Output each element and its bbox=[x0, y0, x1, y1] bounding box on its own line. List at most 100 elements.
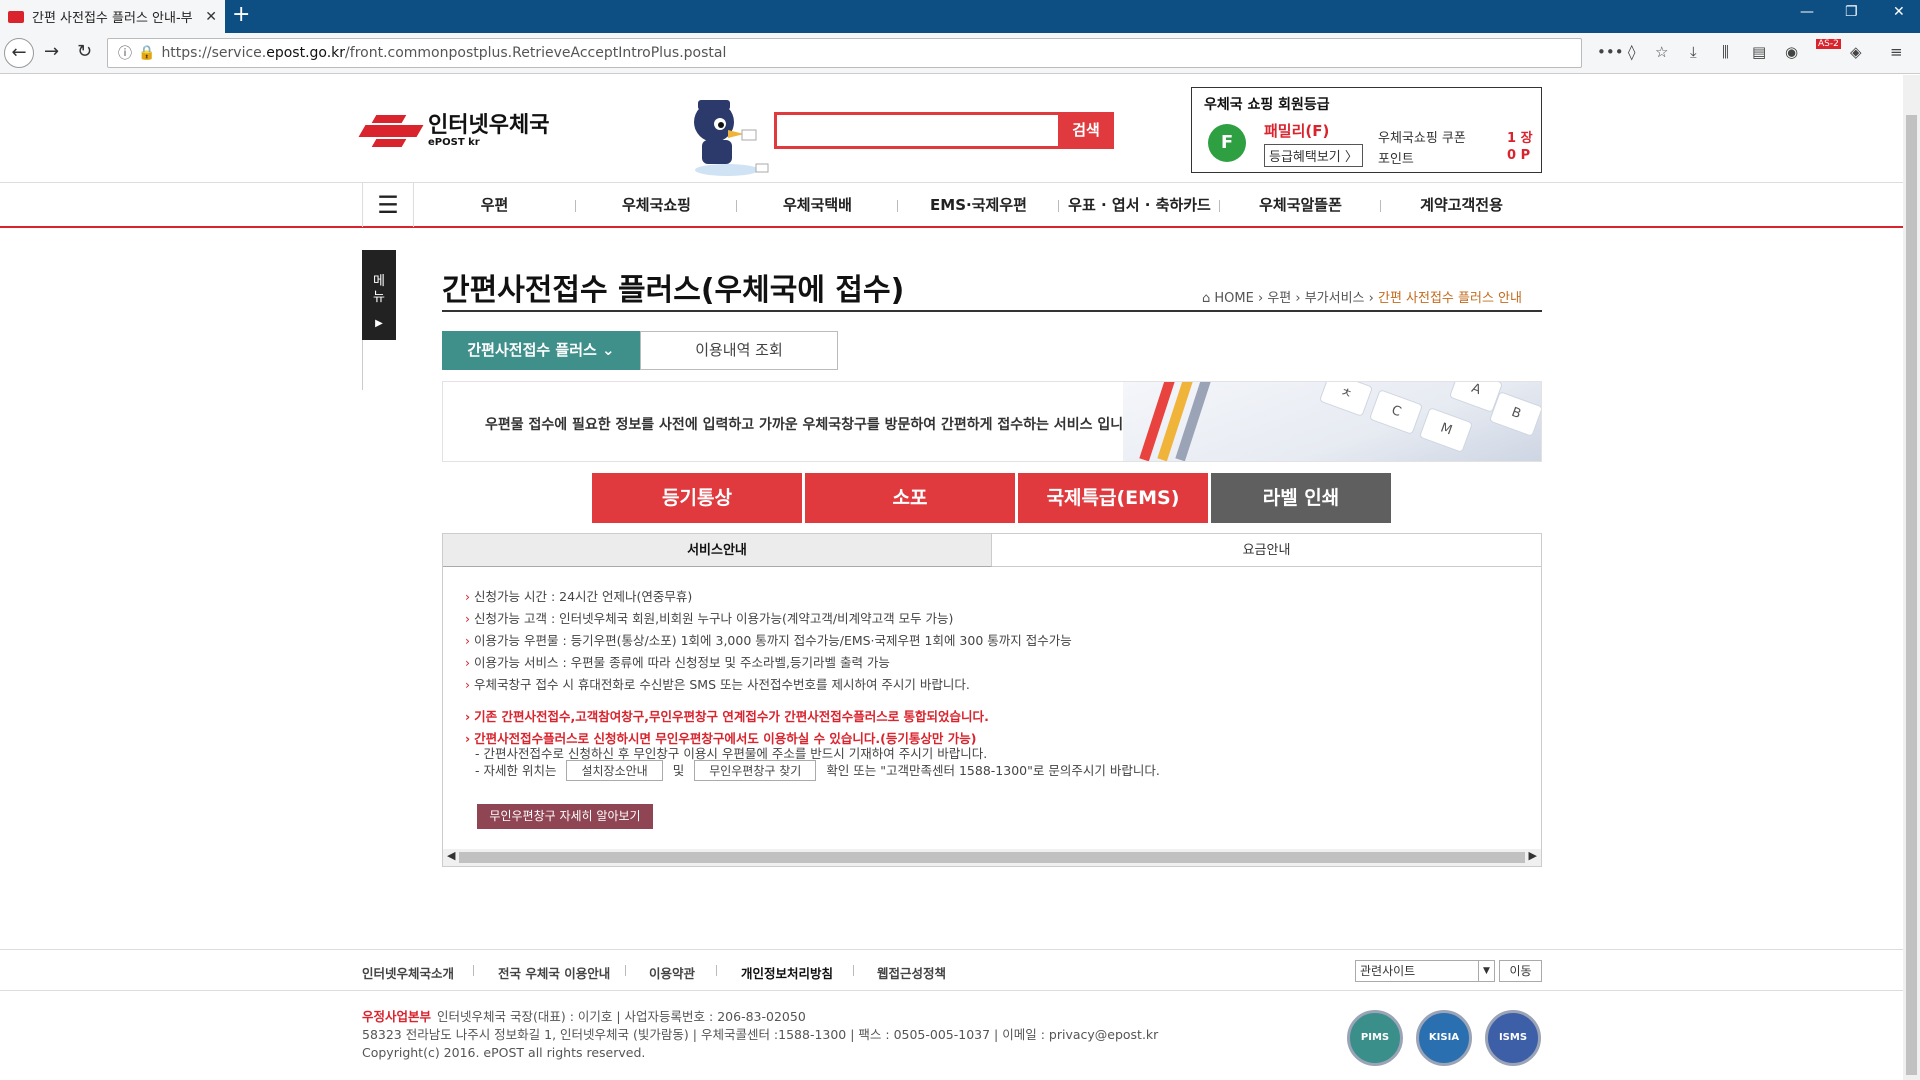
epost-favicon-icon bbox=[8, 10, 24, 23]
restore-icon[interactable]: ❐ bbox=[1845, 4, 1858, 20]
intro-banner: 우편물 접수에 필요한 정보를 사전에 입력하고 가까운 우체국창구를 방문하여… bbox=[442, 381, 1542, 462]
minimize-icon[interactable]: — bbox=[1800, 4, 1814, 20]
footer-line-1: 인터넷우체국 국장(대표) : 이기호 | 사업자등록번호 : 206-83-0… bbox=[437, 1009, 806, 1024]
grade-benefit-button[interactable]: 등급혜택보기 〉 bbox=[1264, 144, 1363, 167]
home-icon: ⌂ bbox=[1202, 291, 1211, 306]
info-list: › 신청가능 시간 : 24시간 언제나(연중무휴) › 신청가능 고객 : 인터넷… bbox=[465, 586, 1072, 750]
org-name: 우정사업본부 bbox=[362, 1009, 432, 1024]
hamburger-menu-icon[interactable]: ☰ bbox=[362, 183, 414, 227]
ems-button[interactable]: 국제특급(EMS) bbox=[1018, 473, 1208, 523]
gnb-item-parcel[interactable]: 우체국택배 bbox=[737, 183, 898, 227]
kisia-cert-icon[interactable]: KISIA bbox=[1416, 1010, 1472, 1066]
list-item: › 이용가능 서비스 : 우편물 종류에 따라 신청정보 및 주소라벨,등기라벨 … bbox=[465, 655, 890, 670]
extension-icon[interactable]: ◉ bbox=[1785, 43, 1798, 61]
breadcrumb-post[interactable]: 우편 bbox=[1267, 291, 1291, 306]
site-logo[interactable]: 인터넷우체국 ePOST kr bbox=[358, 112, 550, 149]
scroll-right-icon[interactable]: ▶ bbox=[1529, 849, 1537, 862]
back-icon[interactable]: ← bbox=[4, 38, 34, 68]
service-info-panel: 서비스안내 요금안내 › 신청가능 시간 : 24시간 언제나(연중무휴) › 신청… bbox=[442, 533, 1542, 867]
sidebar-icon[interactable]: ▤ bbox=[1752, 43, 1766, 61]
page-scrollbar[interactable] bbox=[1903, 75, 1920, 1080]
main-navigation: ☰ 우편 우체국쇼핑 우체국택배 EMS·국제우편 우표 · 엽서 · 축하카드… bbox=[0, 182, 1903, 228]
browser-tabbar: 간편 사전접수 플러스 안내-부 ✕ + — ❐ ✕ bbox=[0, 0, 1920, 33]
footer-link-privacy[interactable]: 개인정보처리방침 bbox=[741, 963, 833, 982]
coupon-value[interactable]: 1 장 bbox=[1507, 127, 1533, 146]
isms-cert-icon[interactable]: ISMS bbox=[1485, 1010, 1541, 1066]
logo-name: 인터넷우체국 bbox=[428, 112, 550, 138]
horizontal-scrollbar[interactable]: ◀ ▶ bbox=[443, 849, 1541, 866]
gnb-item-stamps[interactable]: 우표 · 엽서 · 축하카드 bbox=[1059, 183, 1220, 227]
logo-sub: ePOST kr bbox=[428, 136, 480, 148]
related-sites-select[interactable]: 관련사이트 ▼ bbox=[1355, 960, 1495, 982]
install-location-button[interactable]: 설치장소안내 bbox=[566, 760, 663, 781]
breadcrumb-addon[interactable]: 부가서비스 bbox=[1305, 291, 1365, 306]
breadcrumb-current: 간편 사전접수 플러스 안내 bbox=[1378, 291, 1522, 306]
tab-fee-info[interactable]: 요금안내 bbox=[992, 534, 1541, 567]
scroll-left-icon[interactable]: ◀ bbox=[447, 849, 455, 862]
coupon-label: 우체국쇼핑 쿠폰 bbox=[1378, 131, 1466, 146]
close-window-icon[interactable]: ✕ bbox=[1893, 4, 1905, 20]
member-title: 우체국 쇼핑 회원등급 bbox=[1204, 97, 1330, 113]
browser-tab[interactable]: 간편 사전접수 플러스 안내-부 ✕ bbox=[0, 0, 225, 33]
footer-link-accessibility[interactable]: 웹접근성정책 bbox=[877, 963, 946, 982]
extension-badge[interactable]: AS-2 bbox=[1816, 39, 1841, 49]
chevron-down-icon: ⌄ bbox=[602, 341, 615, 359]
breadcrumb-home[interactable]: HOME bbox=[1214, 291, 1253, 306]
find-kiosk-button[interactable]: 무인우편창구 찾기 bbox=[694, 760, 817, 781]
list-item: › 우체국창구 접수 시 휴대전화로 수신받은 SMS 또는 사전접수번호를 제시… bbox=[465, 677, 970, 692]
list-item: › 이용가능 우편물 : 등기우편(통상/소포) 1회에 3,000 통까지 접수… bbox=[465, 633, 1072, 648]
footer-line-2: 58323 전라남도 나주시 정보화길 1, 인터넷우체국 (빛가람동) | 우… bbox=[362, 1027, 1159, 1042]
intro-text: 우편물 접수에 필요한 정보를 사전에 입력하고 가까운 우체국창구를 방문하여… bbox=[485, 417, 1142, 433]
pims-cert-icon[interactable]: PIMS bbox=[1347, 1010, 1403, 1066]
footer-link-about[interactable]: 인터넷우체국소개 bbox=[362, 963, 454, 982]
footer-line-3: Copyright(c) 2016. ePOST all rights rese… bbox=[362, 1045, 646, 1060]
chevron-down-icon: ▼ bbox=[1478, 961, 1494, 981]
go-button[interactable]: 이동 bbox=[1499, 960, 1542, 982]
footer-link-offices[interactable]: 전국 우체국 이용안내 bbox=[498, 963, 610, 982]
library-icon[interactable]: ⫼ bbox=[1722, 43, 1729, 61]
bookmark-star-icon[interactable]: ☆ bbox=[1655, 43, 1668, 61]
registered-mail-button[interactable]: 등기통상 bbox=[592, 473, 802, 523]
point-value[interactable]: 0 P bbox=[1507, 148, 1530, 163]
kiosk-detail-button[interactable]: 무인우편창구 자세히 알아보기 bbox=[477, 804, 653, 829]
gnb-item-shopping[interactable]: 우체국쇼핑 bbox=[576, 183, 737, 227]
note-2: - 자세한 위치는 설치장소안내 및 무인우편창구 찾기 확인 또는 "고객만족… bbox=[475, 760, 1160, 781]
search-button[interactable]: 검색 bbox=[1058, 112, 1114, 149]
member-grade-box: 우체국 쇼핑 회원등급 F 패밀리(F) 등급혜택보기 〉 우체국쇼핑 쿠폰 1… bbox=[1191, 87, 1542, 173]
page-title: 간편사전접수 플러스(우체국에 접수) bbox=[442, 273, 905, 308]
parcel-button[interactable]: 소포 bbox=[805, 473, 1015, 523]
mascot-illustration-icon bbox=[694, 100, 769, 176]
side-menu-tab[interactable]: 메뉴 ▶ bbox=[362, 250, 396, 340]
footer-links: 인터넷우체국소개 전국 우체국 이용안내 이용약관 개인정보처리방침 웹접근성정… bbox=[0, 949, 1903, 991]
gnb-item-post[interactable]: 우편 bbox=[414, 183, 575, 227]
epost-logo-icon bbox=[358, 113, 424, 149]
new-tab-icon[interactable]: + bbox=[232, 2, 250, 27]
tab-service-info[interactable]: 서비스안내 bbox=[443, 534, 992, 567]
forward-icon[interactable]: → bbox=[44, 41, 59, 62]
subtab-plus-label: 간편사전접수 플러스 bbox=[467, 341, 597, 359]
label-print-button[interactable]: 라벨 인쇄 bbox=[1211, 473, 1391, 523]
gnb-item-contract[interactable]: 계약고객전용 bbox=[1381, 183, 1542, 227]
subtab-plus[interactable]: 간편사전접수 플러스 ⌄ bbox=[442, 331, 640, 370]
subtab-history[interactable]: 이용내역 조회 bbox=[640, 331, 838, 370]
footer-link-terms[interactable]: 이용약관 bbox=[649, 963, 695, 982]
browser-toolbar: ← → ↻ ⓘ 🔒 https://service.epost.go.kr/fr… bbox=[0, 33, 1920, 74]
info-icon[interactable]: ⓘ bbox=[118, 43, 132, 63]
more-actions-icon[interactable]: ••• bbox=[1597, 43, 1624, 61]
pocket-icon[interactable]: ◊ bbox=[1628, 43, 1635, 61]
notice-item: › 기존 간편사전접수,고객참여창구,무인우편창구 연계접수가 간편사전접수플러스… bbox=[465, 709, 989, 724]
gnb-item-ems[interactable]: EMS·국제우편 bbox=[898, 183, 1059, 227]
url-path: /front.commonpostplus.RetrieveAcceptIntr… bbox=[345, 45, 727, 61]
gnb-item-mobile[interactable]: 우체국알뜰폰 bbox=[1220, 183, 1381, 227]
download-icon[interactable]: ⤓ bbox=[1690, 43, 1697, 61]
url-host: epost.go.kr bbox=[266, 45, 346, 61]
extension-2-icon[interactable]: ◈ bbox=[1850, 43, 1862, 61]
list-item: › 신청가능 시간 : 24시간 언제나(연중무휴) bbox=[465, 589, 693, 604]
url-bar[interactable]: ⓘ 🔒 https://service.epost.go.kr/front.co… bbox=[107, 38, 1582, 68]
reload-icon[interactable]: ↻ bbox=[77, 41, 92, 62]
close-tab-icon[interactable]: ✕ bbox=[205, 9, 217, 25]
grade-badge: F bbox=[1208, 124, 1246, 162]
lock-icon: 🔒 bbox=[138, 45, 156, 61]
menu-icon[interactable]: ≡ bbox=[1890, 43, 1903, 61]
point-label: 포인트 bbox=[1378, 152, 1414, 167]
